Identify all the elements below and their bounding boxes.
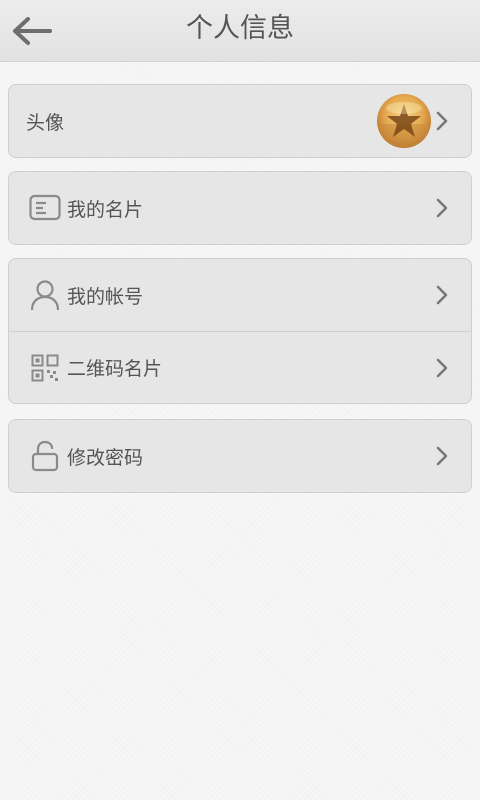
avatar-row[interactable]: 头像 [9, 85, 471, 157]
starfish-avatar [377, 102, 431, 148]
chevron-right-icon [436, 198, 448, 218]
business-card-section: 我的名片 [8, 171, 472, 245]
change-password-label: 修改密码 [67, 446, 144, 469]
password-section: 修改密码 [8, 419, 472, 493]
qr-code-icon [29, 352, 61, 384]
chevron-right-icon [436, 446, 448, 466]
chevron-right-icon [436, 358, 448, 377]
top-bar: 个人信息 [0, 0, 480, 62]
chevron-right-icon [436, 111, 448, 131]
my-business-card-row[interactable]: 我的名片 [9, 172, 471, 244]
avatar-row-label: 头像 [26, 111, 65, 134]
user-icon [29, 279, 61, 311]
chevron-right-icon [436, 285, 448, 305]
my-account-label: 我的帐号 [67, 285, 144, 308]
qr-code-card-label: 二维码名片 [67, 358, 163, 380]
qr-code-card-row[interactable]: 二维码名片 [9, 331, 471, 403]
my-business-card-label: 我的名片 [67, 198, 144, 221]
avatar [377, 94, 431, 148]
unlock-icon [29, 440, 61, 472]
account-section: 我的帐号 二维码名片 [8, 258, 472, 404]
business-card-icon [29, 192, 61, 224]
my-account-row[interactable]: 我的帐号 [9, 259, 471, 331]
page-title: 个人信息 [186, 13, 294, 44]
avatar-section: 头像 [8, 84, 472, 158]
change-password-row[interactable]: 修改密码 [9, 420, 471, 492]
